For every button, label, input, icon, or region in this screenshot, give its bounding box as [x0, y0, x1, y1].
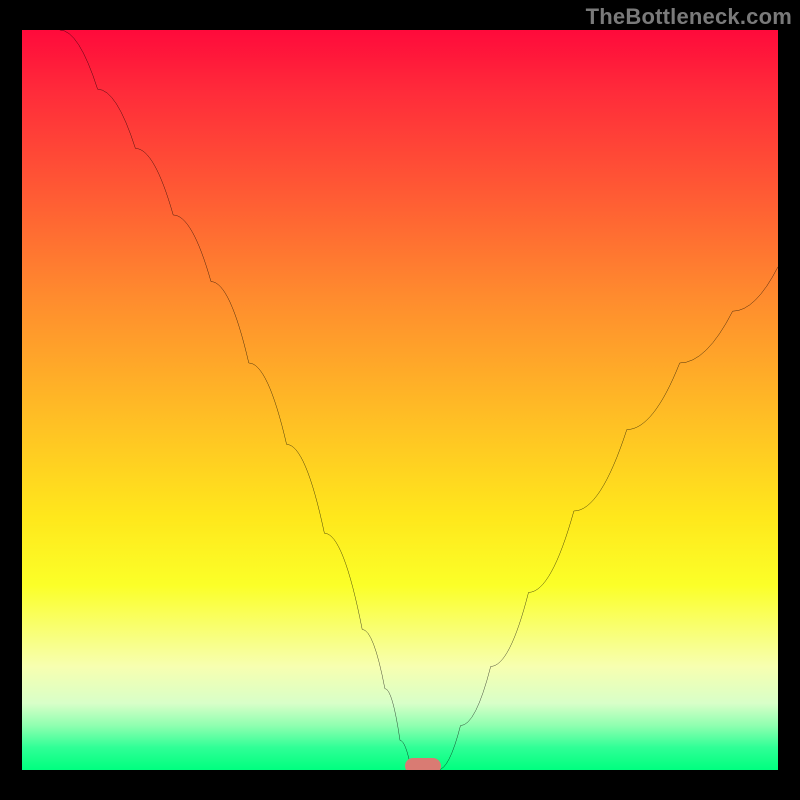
curve-right-branch — [438, 267, 778, 770]
curve-left-branch — [60, 30, 412, 770]
watermark-text: TheBottleneck.com — [586, 4, 792, 30]
chart-frame: TheBottleneck.com — [0, 0, 800, 800]
optimal-marker — [405, 758, 441, 770]
bottleneck-curve — [22, 30, 778, 770]
plot-area — [22, 30, 778, 770]
